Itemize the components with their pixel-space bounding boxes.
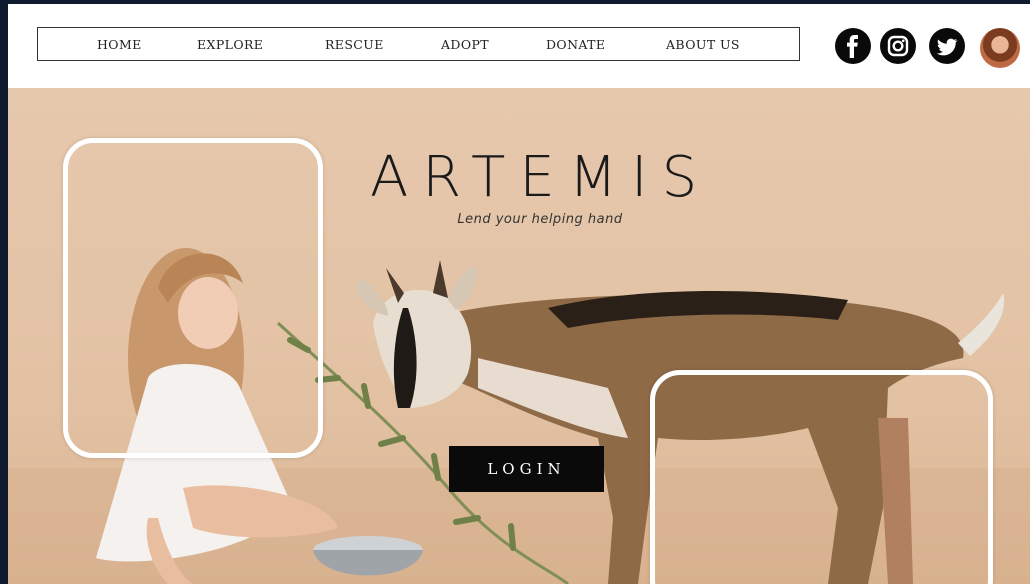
nav-adopt[interactable]: ADOPT <box>441 28 489 60</box>
photo-frame-left <box>63 138 323 458</box>
nav-donate[interactable]: DONATE <box>546 28 605 60</box>
nav-rescue[interactable]: RESCUE <box>325 28 384 60</box>
site-header: HOME EXPLORE RESCUE ADOPT DONATE ABOUT U… <box>8 4 1030 88</box>
instagram-icon[interactable] <box>880 28 916 64</box>
nav-explore[interactable]: EXPLORE <box>197 28 263 60</box>
twitter-icon[interactable] <box>929 28 965 64</box>
facebook-icon[interactable] <box>835 28 871 64</box>
nav-home[interactable]: HOME <box>97 28 142 60</box>
hero-section: ARTEMIS Lend your helping hand LOGIN <box>8 88 1030 584</box>
nav-about-us[interactable]: ABOUT US <box>666 28 740 60</box>
user-avatar[interactable] <box>980 28 1020 68</box>
login-button[interactable]: LOGIN <box>449 446 604 492</box>
photo-frame-right <box>650 370 993 584</box>
brand-title: ARTEMIS <box>370 145 712 210</box>
brand-tagline: Lend your helping hand <box>457 212 623 227</box>
page: HOME EXPLORE RESCUE ADOPT DONATE ABOUT U… <box>8 4 1030 584</box>
main-nav: HOME EXPLORE RESCUE ADOPT DONATE ABOUT U… <box>37 27 800 61</box>
